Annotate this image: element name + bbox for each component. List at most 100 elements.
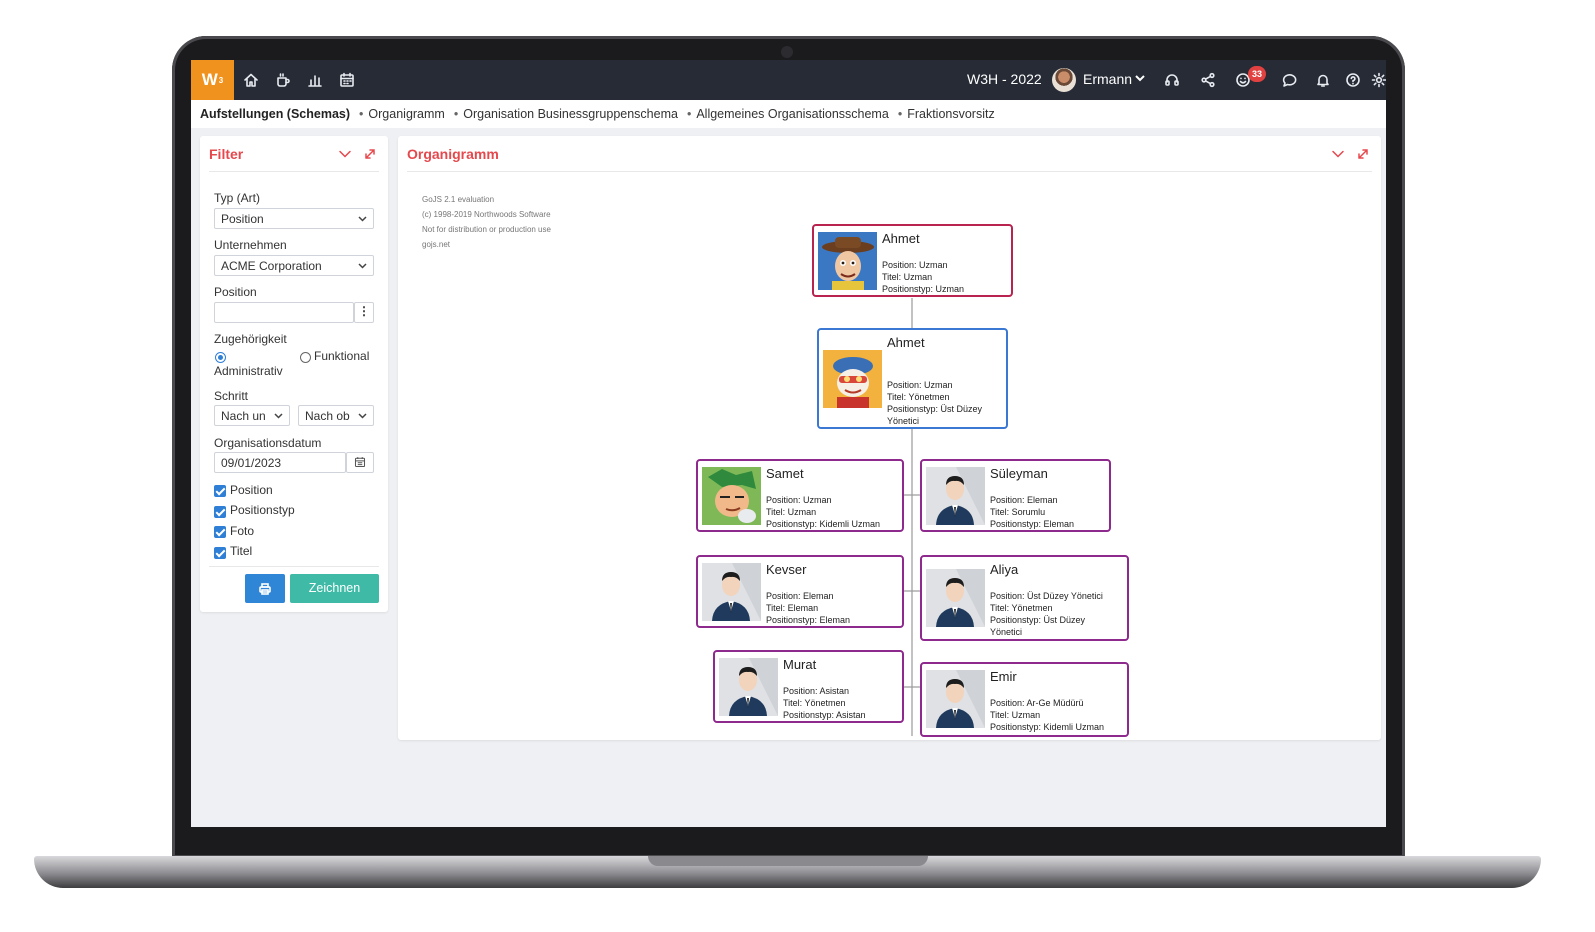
headset-icon[interactable] xyxy=(1162,70,1182,90)
position-input[interactable] xyxy=(214,302,354,323)
gear-icon[interactable] xyxy=(1369,70,1386,90)
photo-cartoon-cat xyxy=(823,350,882,408)
chevron-down-icon xyxy=(357,213,368,224)
chevron-down-icon xyxy=(357,410,368,421)
share-icon[interactable] xyxy=(1198,70,1218,90)
notification-badge: 33 xyxy=(1248,66,1266,82)
year-selector[interactable]: W3H - 2022 xyxy=(967,71,1042,87)
radio-funktional-label: Funktional xyxy=(314,349,370,363)
node-details: Position: Uzman Titel: Uzman Positionsty… xyxy=(766,495,881,529)
more-options-icon[interactable]: ⋮ xyxy=(354,302,374,323)
camera-icon xyxy=(781,46,793,58)
date-input[interactable]: 09/01/2023 xyxy=(214,452,346,473)
type-select[interactable]: Position xyxy=(214,208,374,229)
top-navigation-bar: W3 W3H - 2022 Ermann 33 xyxy=(191,60,1386,100)
divider xyxy=(209,566,379,567)
checkbox-position[interactable] xyxy=(214,485,226,497)
node-name: Aliya xyxy=(990,562,1019,577)
breadcrumb-item-fraktionsvorsitz[interactable]: Fraktionsvorsitz xyxy=(898,107,995,121)
node-details: Position: Asistan Titel: Yönetmen Positi… xyxy=(783,686,866,720)
breadcrumb-item-organisationsschema[interactable]: Allgemeines Organisationsschema xyxy=(687,107,888,121)
company-select-value: ACME Corporation xyxy=(221,259,322,273)
step-down-select[interactable]: Nach un xyxy=(214,405,290,426)
step-up-value: Nach ob xyxy=(305,409,350,423)
print-button[interactable] xyxy=(245,574,285,603)
type-label: Typ (Art) xyxy=(214,191,261,205)
breadcrumb-title[interactable]: Aufstellungen (Schemas) xyxy=(200,107,350,121)
node-name: Ahmet xyxy=(887,335,925,350)
node-details: Position: Uzman Titel: Yönetmen Position… xyxy=(887,380,983,426)
app-screen: W3 W3H - 2022 Ermann 33 Aufstellungen (S… xyxy=(191,60,1386,827)
collapse-chevron-icon[interactable] xyxy=(338,147,352,161)
person-placeholder-icon xyxy=(719,658,778,716)
person-placeholder-icon xyxy=(926,670,985,728)
app-logo[interactable]: W3 xyxy=(191,60,234,100)
node-name: Murat xyxy=(783,657,817,672)
affiliation-label: Zugehörigkeit xyxy=(214,332,287,346)
node-details: Position: Eleman Titel: Sorumlu Position… xyxy=(990,495,1075,529)
node-name: Süleyman xyxy=(990,466,1048,481)
chevron-down-icon xyxy=(357,260,368,271)
org-node-aliya[interactable]: Aliya Position: Üst Düzey Yönetici Titel… xyxy=(920,555,1129,641)
org-node-kevser[interactable]: Kevser Position: Eleman Titel: Eleman Po… xyxy=(696,555,904,628)
printer-icon xyxy=(259,582,271,595)
step-label: Schritt xyxy=(214,389,249,403)
node-name: Kevser xyxy=(766,562,807,577)
chat-icon[interactable] xyxy=(1280,70,1300,90)
org-node-emir[interactable]: Emir Position: Ar-Ge Müdürü Titel: Uzman… xyxy=(920,662,1129,737)
checkbox-position-label: Position xyxy=(230,483,273,497)
company-label: Unternehmen xyxy=(214,238,287,252)
node-details: Position: Uzman Titel: Uzman Positionsty… xyxy=(882,260,965,294)
radio-administrativ[interactable] xyxy=(215,352,226,363)
person-placeholder-icon xyxy=(702,563,761,621)
expand-icon[interactable] xyxy=(363,147,377,161)
calendar-icon[interactable] xyxy=(337,70,357,90)
laptop-notch xyxy=(648,856,928,866)
org-node-ahmet-manager[interactable]: Ahmet Position: Uzman Titel: Yönetmen Po… xyxy=(817,328,1008,429)
person-placeholder-icon xyxy=(926,569,985,627)
chart-icon[interactable] xyxy=(305,70,325,90)
coffee-icon[interactable] xyxy=(273,70,293,90)
checkbox-foto[interactable] xyxy=(214,526,226,538)
filter-panel: Filter Typ (Art) Position Unternehmen AC… xyxy=(200,136,388,612)
node-details: Position: Üst Düzey Yönetici Titel: Yöne… xyxy=(990,591,1103,637)
draw-button[interactable]: Zeichnen xyxy=(290,574,379,603)
org-node-ahmet-root[interactable]: Ahmet Position: Uzman Titel: Uzman Posit… xyxy=(812,224,1013,297)
divider xyxy=(209,171,379,172)
date-label: Organisationsdatum xyxy=(214,436,322,450)
radio-administrativ-label: Administrativ xyxy=(214,364,283,378)
photo-anime-character xyxy=(702,467,761,525)
checkbox-positionstyp-label: Positionstyp xyxy=(230,503,295,517)
checkbox-titel-label: Titel xyxy=(230,544,253,558)
breadcrumb: Aufstellungen (Schemas) Organigramm Orga… xyxy=(191,100,1386,128)
calendar-icon[interactable] xyxy=(346,452,374,473)
node-details: Position: Ar-Ge Müdürü Titel: Uzman Posi… xyxy=(990,698,1105,732)
chevron-down-icon[interactable] xyxy=(1133,71,1147,85)
home-icon[interactable] xyxy=(241,70,261,90)
node-name: Samet xyxy=(766,466,804,481)
step-down-value: Nach un xyxy=(221,409,266,423)
org-node-samet[interactable]: Samet Position: Uzman Titel: Uzman Posit… xyxy=(696,459,904,532)
step-up-select[interactable]: Nach ob xyxy=(298,405,374,426)
position-label: Position xyxy=(214,285,257,299)
user-name[interactable]: Ermann xyxy=(1083,71,1132,87)
help-icon[interactable] xyxy=(1343,70,1363,90)
breadcrumb-item-businessgruppenschema[interactable]: Organisation Businessgruppenschema xyxy=(454,107,678,121)
radio-funktional[interactable] xyxy=(300,352,311,363)
breadcrumb-item-organigramm[interactable]: Organigramm xyxy=(359,107,444,121)
checkbox-positionstyp[interactable] xyxy=(214,506,226,518)
node-name: Ahmet xyxy=(882,231,920,246)
org-node-murat[interactable]: Murat Position: Asistan Titel: Yönetmen … xyxy=(713,650,904,723)
company-select[interactable]: ACME Corporation xyxy=(214,255,374,276)
chevron-down-icon xyxy=(273,410,284,421)
type-select-value: Position xyxy=(221,212,264,226)
checkbox-foto-label: Foto xyxy=(230,524,255,538)
person-placeholder-icon xyxy=(926,467,985,525)
org-node-sueleyman[interactable]: Süleyman Position: Eleman Titel: Sorumlu… xyxy=(920,459,1111,532)
node-name: Emir xyxy=(990,669,1017,684)
node-details: Position: Eleman Titel: Eleman Positions… xyxy=(766,591,851,625)
checkbox-titel[interactable] xyxy=(214,547,226,559)
bell-icon[interactable] xyxy=(1313,70,1333,90)
organigramm-panel: Organigramm GoJS 2.1 evaluation (c) 1998… xyxy=(398,136,1381,740)
user-avatar[interactable] xyxy=(1052,68,1076,92)
